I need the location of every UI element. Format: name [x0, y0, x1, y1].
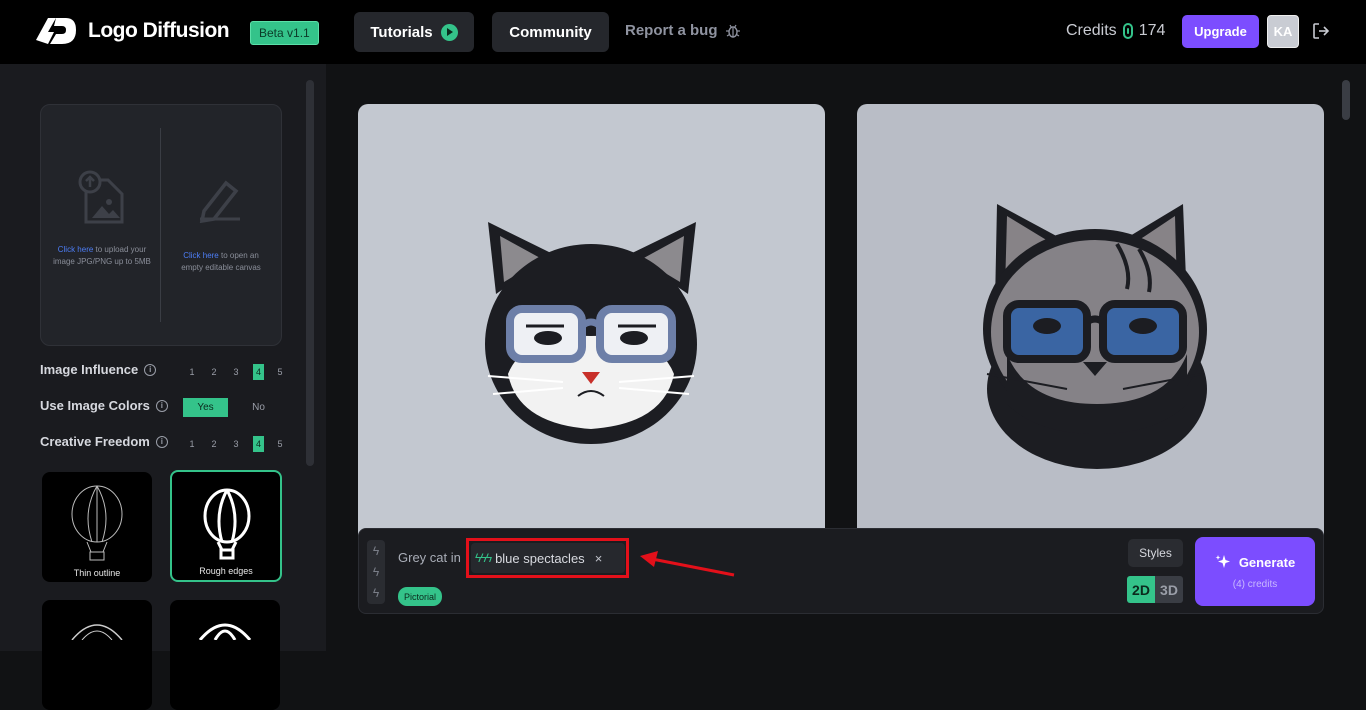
community-label: Community: [509, 23, 592, 41]
creative-freedom-text: Creative Freedom: [40, 434, 150, 449]
info-icon[interactable]: i: [155, 435, 168, 448]
styles-button[interactable]: Styles: [1128, 539, 1183, 567]
upload-image-icon: [78, 170, 124, 224]
sparkle-icon: [1215, 555, 1230, 568]
no-option[interactable]: No: [236, 398, 281, 417]
image-influence-text: Image Influence: [40, 362, 139, 377]
style-card-thin-outline[interactable]: Thin outline: [42, 472, 152, 582]
dim-2d-option[interactable]: 2D: [1127, 576, 1155, 603]
info-icon[interactable]: i: [144, 363, 157, 376]
play-icon: [440, 23, 458, 41]
creative-freedom-label: Creative Freedom i: [40, 434, 168, 449]
credits-label: Credits: [1066, 22, 1117, 39]
image-influence-option-3[interactable]: 3: [225, 364, 247, 380]
annotation-highlight-box: [466, 538, 629, 578]
avatar[interactable]: KA: [1267, 15, 1299, 48]
dim-3d-option[interactable]: 3D: [1155, 576, 1183, 603]
creative-freedom-option-2[interactable]: 2: [203, 436, 225, 452]
use-image-colors-text: Use Image Colors: [40, 398, 150, 413]
generate-credits: (4) credits: [1232, 579, 1278, 590]
generate-button[interactable]: Generate (4) credits: [1195, 537, 1315, 606]
bolt-icon: ϟ: [372, 543, 380, 558]
generated-image-2[interactable]: [857, 104, 1324, 544]
image-influence-option-4[interactable]: 4: [253, 364, 264, 380]
dimension-toggle: 2D 3D: [1127, 576, 1183, 603]
brand-name: Logo Diffusion: [88, 19, 230, 42]
brand-logo[interactable]: Logo Diffusion: [32, 14, 230, 48]
bolt-icon: ϟ: [372, 564, 380, 579]
style-card-partial[interactable]: [42, 600, 152, 710]
cat-logo-image: [485, 222, 697, 444]
style-card-rough-edges[interactable]: Rough edges: [170, 470, 282, 582]
balloon-icon: [198, 623, 252, 641]
creative-freedom-option-4[interactable]: 4: [253, 436, 264, 452]
style-card-partial[interactable]: [170, 600, 280, 710]
use-image-colors-label: Use Image Colors i: [40, 398, 168, 413]
bolt-icon: ϟ: [372, 586, 380, 601]
style-tag-pictorial[interactable]: Pictorial: [398, 587, 443, 606]
info-icon[interactable]: i: [155, 399, 168, 412]
prompt-input-text[interactable]: Grey cat in: [398, 550, 461, 565]
balloon-icon: [71, 624, 123, 641]
top-navbar: Logo Diffusion Beta v1.1 Tutorials Commu…: [0, 0, 1366, 64]
open-canvas-prompt[interactable]: Click here to open an empty editable can…: [172, 250, 270, 274]
image-influence-label: Image Influence i: [40, 362, 157, 377]
generate-label-row: Generate: [1195, 554, 1315, 570]
tutorials-button[interactable]: Tutorials: [354, 12, 474, 52]
beta-badge: Beta v1.1: [250, 21, 319, 45]
image-influence-option-5[interactable]: 5: [269, 364, 291, 380]
creative-freedom-option-3[interactable]: 3: [225, 436, 247, 452]
logo-mark-icon: [36, 18, 76, 44]
main-scrollbar[interactable]: [1342, 80, 1350, 120]
logout-icon[interactable]: [1312, 22, 1330, 40]
open-canvas-link[interactable]: Click here: [183, 251, 219, 260]
creative-freedom-option-5[interactable]: 5: [269, 436, 291, 452]
cat-logo-image: [983, 204, 1207, 469]
image-influence-option-1[interactable]: 1: [181, 364, 203, 380]
annotation-arrow-icon: [640, 551, 735, 577]
generate-label: Generate: [1238, 554, 1296, 570]
upload-link[interactable]: Click here: [58, 245, 94, 254]
coin-icon: [1122, 23, 1133, 39]
image-influence-scale: 1 2 3 4 5: [181, 364, 291, 380]
community-button[interactable]: Community: [492, 12, 609, 52]
balloon-thin-outline-icon: [71, 485, 123, 561]
creative-freedom-option-1[interactable]: 1: [181, 436, 203, 452]
credits-value: 174: [1138, 22, 1166, 39]
creative-freedom-scale: 1 2 3 4 5: [181, 436, 291, 452]
prompt-side-controls[interactable]: ϟ ϟ ϟ: [367, 540, 385, 604]
style-card-label: Thin outline: [73, 568, 121, 578]
upload-file-prompt[interactable]: Click here to upload your image JPG/PNG …: [52, 244, 152, 268]
upgrade-button[interactable]: Upgrade: [1182, 15, 1259, 48]
report-bug-label: Report a bug: [625, 22, 718, 39]
sidebar-scrollbar[interactable]: [306, 80, 314, 466]
report-bug-link[interactable]: Report a bug: [625, 22, 741, 39]
upload-divider: [160, 128, 161, 322]
use-image-colors-toggle: Yes No: [183, 398, 281, 417]
credits-display: Credits 174: [1066, 22, 1165, 40]
bug-icon: [725, 24, 740, 38]
style-card-label: Rough edges: [199, 566, 253, 576]
image-influence-option-2[interactable]: 2: [203, 364, 225, 380]
edit-canvas-icon: [199, 180, 240, 223]
yes-option[interactable]: Yes: [183, 398, 228, 417]
tutorials-label: Tutorials: [370, 23, 433, 41]
generated-image-1[interactable]: [358, 104, 825, 544]
